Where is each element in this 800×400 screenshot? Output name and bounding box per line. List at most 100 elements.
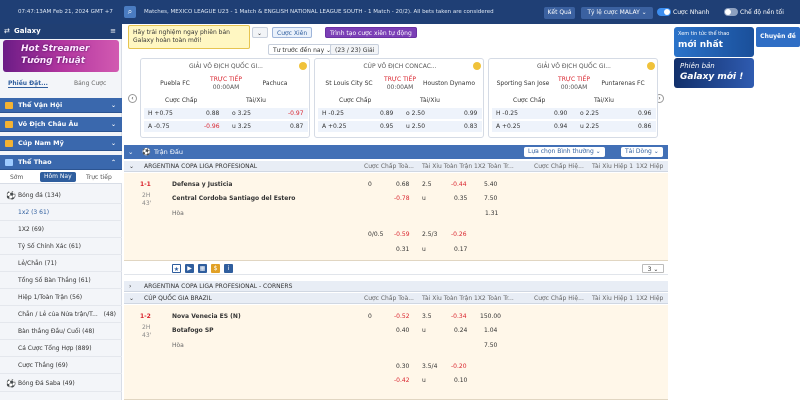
odds-value[interactable]: -0.96 [204,123,220,130]
odds-value[interactable]: -0.42 [394,377,410,384]
search-icon[interactable]: ⌕ [124,6,136,18]
odds-row[interactable]: H -0.25 0.89 o 2.50 0.99 [318,107,482,119]
odds-value[interactable]: 5.40 [484,181,497,188]
sidebar-item-1x2[interactable]: 1X2 (69) [0,222,122,238]
odds-value[interactable]: 1.04 [484,327,497,334]
sidebar-item-half-odd-even[interactable]: Chẵn / Lẻ của Nửa trận/T... (48) [0,307,122,323]
odds-value[interactable]: -0.78 [394,195,410,202]
odds-value[interactable]: 0.10 [454,377,467,384]
odds-value[interactable]: 0.87 [290,123,303,130]
tab-live[interactable]: Trực tiếp [86,174,112,181]
tv-icon[interactable]: ▶ [185,264,194,273]
tab-today[interactable]: Hôm Nay [40,172,76,182]
topics-button[interactable]: Chuyên đề [756,27,800,47]
league-bar[interactable]: › ARGENTINA COPA LIGA PROFESIONAL - CORN… [124,281,668,292]
sidebar-item-mix-parlay[interactable]: Cá Cược Tổng Hợp (889) [0,341,122,357]
odds-value[interactable]: 1.31 [485,210,498,217]
dropdown-arrow[interactable]: ⌄ [252,27,268,38]
more-bets-button[interactable]: 3 ⌄ [642,264,664,273]
odds-value[interactable]: 0.95 [380,123,393,130]
tab-early[interactable]: Sớm [10,174,23,181]
display-select[interactable]: Tải Dòng ⌄ [621,147,663,157]
odds-value[interactable]: 0.30 [396,363,409,370]
tab-betslip[interactable]: Phiếu Đặt... [8,80,48,88]
chevron-down-icon: ⌄ [129,163,135,170]
odds-value[interactable]: 0.17 [454,246,467,253]
odds-value[interactable]: 0.99 [464,110,477,117]
odds-value[interactable]: 0.83 [464,123,477,130]
odds-row[interactable]: H -0.25 0.90 o 2.25 0.96 [492,107,656,119]
odds-value[interactable]: -0.20 [451,363,467,370]
odds-value[interactable]: 0.68 [396,181,409,188]
info-icon[interactable]: i [224,264,233,273]
odds-value[interactable]: -0.52 [394,313,410,320]
sidebar-item-1x2-combo[interactable]: 1x2 (3 61) [0,205,122,221]
star-icon[interactable]: ★ [172,264,181,273]
news-ad-banner[interactable]: Xem tin tức thể thao mới nhất [674,27,754,57]
auto-parlay-button[interactable]: Trình tạo cược xiên tự động [325,27,417,38]
quick-bet-toggle[interactable] [657,8,671,16]
odds-value[interactable]: 0.89 [380,110,393,117]
match-clock: 00:00AM [386,84,414,91]
odds-value[interactable]: 0.35 [454,195,467,202]
stats-icon[interactable]: ▦ [198,264,207,273]
sidebar-item-outright[interactable]: Cược Thắng (69) [0,358,122,374]
odds-row[interactable]: A +0.25 0.94 u 2.25 0.86 [492,120,656,132]
sidebar-section-sports[interactable]: Thể Thao ⌃ [0,155,122,170]
odds-value[interactable]: 7.50 [484,342,497,349]
sidebar-item-football[interactable]: ⚽ Bóng đá (134) [0,188,122,204]
odds-value[interactable]: -0.59 [394,231,410,238]
odds-row[interactable]: A -0.75 -0.96 u 3.25 0.87 [144,120,308,132]
odds-value[interactable]: -0.97 [288,110,304,117]
promo-banner[interactable]: Hot Streamer Tướng Thuật [3,40,119,72]
sidebar-section-olympics[interactable]: Thể Vận Hội ⌄ [0,98,122,113]
live-match-card[interactable]: GIẢI VÔ ĐỊCH QUỐC GI... Puebla FC Pachuc… [140,58,310,138]
sidebar-section-copa[interactable]: Cúp Nam Mỹ ⌄ [0,136,122,151]
parlay-button[interactable]: Cược Xiên [272,27,313,38]
odds-value[interactable]: 0.24 [454,327,467,334]
odds-value[interactable]: 0.90 [554,110,567,117]
odds-value[interactable]: 7.50 [484,195,497,202]
odds-value[interactable]: -0.34 [451,313,467,320]
live-match-card[interactable]: CÚP VÔ ĐỊCH CONCAC... St Louis City SC H… [314,58,484,138]
live-match-card[interactable]: GIẢI VÔ ĐỊCH QUỐC GI... Sporting San Jos… [488,58,658,138]
odds-row[interactable]: H +0.75 0.88 o 3.25 -0.97 [144,107,308,119]
odds-row[interactable]: A +0.25 0.95 u 2.50 0.83 [318,120,482,132]
sidebar-item-total-goals[interactable]: Tổng Số Bàn Thắng (61) [0,273,122,289]
results-button[interactable]: Kết Quả [544,7,575,19]
odds-value[interactable]: -0.26 [451,231,467,238]
sidebar-section-euro[interactable]: Vô Địch Châu Âu ⌄ [0,117,122,132]
swap-icon[interactable]: ⇄ [4,27,10,35]
league-count[interactable]: (23 / 23) Giải [330,44,380,55]
sidebar-item-odd-even[interactable]: Lẻ/Chẵn (71) [0,256,122,272]
sort-select[interactable]: Tư trước đến nay ⌄ [268,44,337,55]
odds-value[interactable]: 0.31 [396,246,409,253]
dollar-icon[interactable]: $ [211,264,220,273]
over-under-header: Tài/Xỉu [594,97,614,104]
sidebar-item-saba-football[interactable]: ⚽ Bóng Đá Saba (49) [0,376,122,392]
view-mode-select[interactable]: Lựa chọn Bình thường ⌄ [524,147,605,157]
odds-value[interactable]: 0.88 [206,110,219,117]
menu-icon[interactable]: ≡ [110,27,116,35]
league-bar[interactable]: ⌄ ARGENTINA COPA LIGA PROFESIONAL Cược C… [124,161,668,181]
odds-value[interactable]: 0.94 [554,123,567,130]
tab-bet-list[interactable]: Bảng Cược [74,80,106,87]
ou-line: u [422,195,426,202]
sidebar-item-first-last-goal[interactable]: Bàn thắng Đầu/ Cuối (48) [0,324,122,340]
carousel-prev-icon[interactable]: ‹ [128,94,137,103]
odds-type-select[interactable]: Tỷ lệ cược MALAY ⌄ [581,7,653,19]
dark-mode-toggle[interactable] [724,8,738,16]
odds-value[interactable]: 0.86 [638,123,651,130]
sidebar-item-ht-ft[interactable]: Hiệp 1/Toàn Trận (56) [0,290,122,306]
league-bar[interactable]: ⌄ CÚP QUỐC GIA BRAZIL Cược Chấp Toà... T… [124,293,668,313]
chevron-up-icon: ⌃ [110,159,116,166]
sidebar-item-correct-score[interactable]: Tỷ Số Chính Xác (61) [0,239,122,255]
odds-value[interactable]: -0.44 [451,181,467,188]
odds-value[interactable]: 150.00 [480,313,501,320]
galaxy-ad-banner[interactable]: Phiên bản Galaxy mới ! [674,58,754,88]
match-minute: 43' [142,200,152,207]
odds-value[interactable]: 0.96 [638,110,651,117]
trophy-icon [5,121,13,128]
odds-value[interactable]: 0.40 [396,327,409,334]
collapse-icon[interactable]: ⌄ [128,145,133,159]
